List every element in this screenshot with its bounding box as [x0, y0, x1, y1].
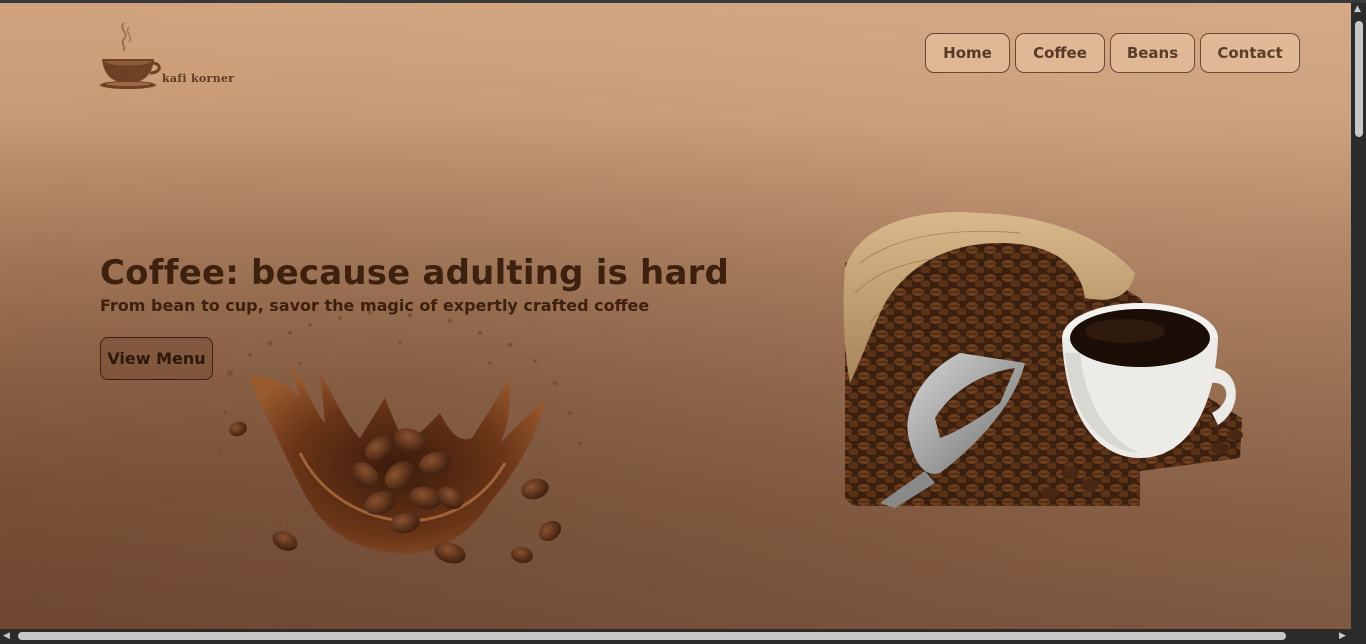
nav-home-button[interactable]: Home	[925, 33, 1010, 73]
view-menu-button[interactable]: View Menu	[100, 337, 213, 380]
hero-subtitle: From bean to cup, savor the magic of exp…	[100, 296, 650, 315]
scroll-right-arrow-icon[interactable]: ▶	[1339, 632, 1346, 641]
coffee-sack-image	[840, 203, 1245, 508]
coffee-splash-image	[210, 303, 600, 603]
vertical-scroll-thumb[interactable]	[1355, 21, 1363, 137]
brand-name: kafi korner	[162, 72, 235, 85]
vertical-scrollbar[interactable]: ▲	[1351, 3, 1366, 629]
nav-beans-button[interactable]: Beans	[1110, 33, 1195, 73]
nav-coffee-button[interactable]: Coffee	[1015, 33, 1105, 73]
site-logo[interactable]: kafi korner	[96, 17, 236, 97]
scroll-up-arrow-icon[interactable]: ▲	[1354, 5, 1361, 14]
coffee-cup-logo-icon	[100, 22, 161, 89]
nav-contact-button[interactable]: Contact	[1200, 33, 1300, 73]
scroll-left-arrow-icon[interactable]: ◀	[3, 632, 10, 641]
scrollbar-corner	[1351, 629, 1366, 644]
page-viewport: kafi korner Home Coffee Beans Contact Co…	[0, 3, 1351, 629]
horizontal-scroll-thumb[interactable]	[18, 632, 1286, 640]
hero-title: Coffee: because adulting is hard	[100, 253, 730, 293]
main-nav: Home Coffee Beans Contact	[925, 33, 1300, 73]
horizontal-scrollbar[interactable]: ◀ ▶	[0, 629, 1351, 644]
